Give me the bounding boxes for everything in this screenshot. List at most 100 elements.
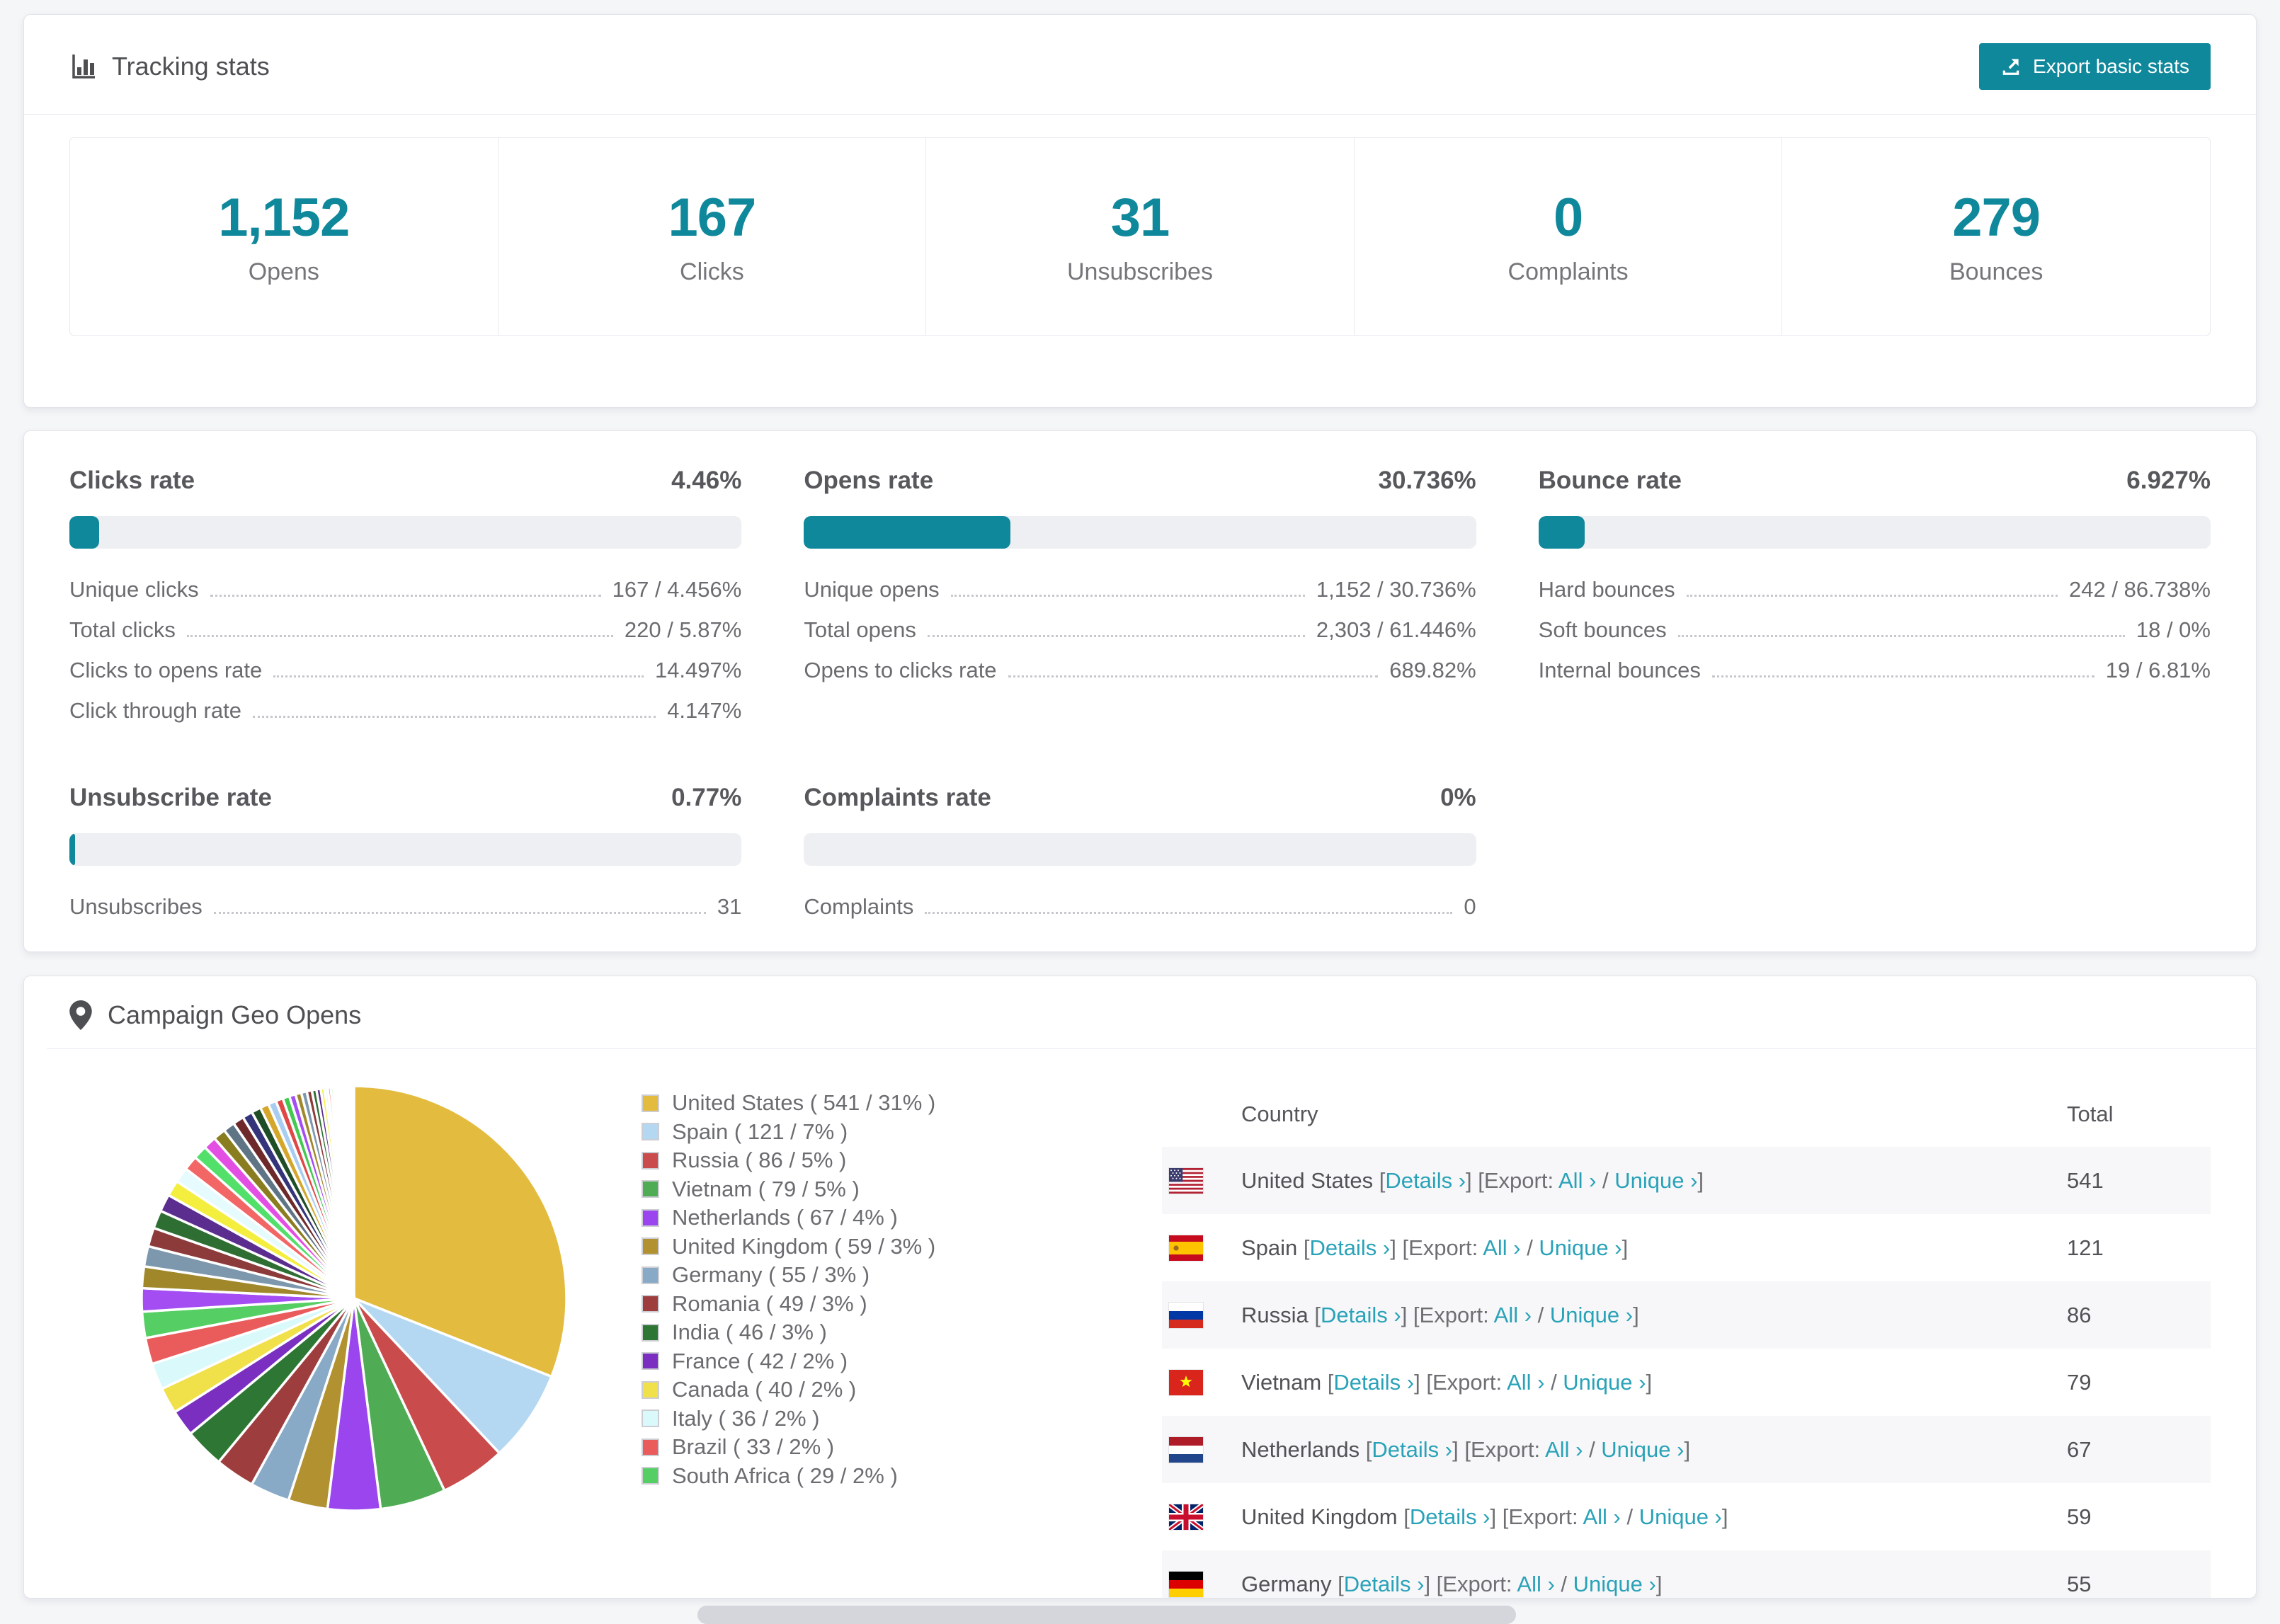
metric-row-unique-opens: Unique opens 1,152 / 30.736% [804, 577, 1476, 617]
flag-nl-icon [1169, 1436, 1203, 1463]
progress-bar-track [69, 833, 742, 866]
dotted-leader [186, 635, 613, 637]
export-all-link[interactable]: All › [1545, 1437, 1583, 1462]
legend-item-vietnam[interactable]: Vietnam ( 79 / 5% ) [642, 1175, 1162, 1204]
details-link[interactable]: Details › [1410, 1504, 1490, 1529]
flag-ru-icon [1169, 1302, 1203, 1328]
metric-value: 4.147% [667, 698, 742, 723]
rate-section-complaints-rate: Complaints rate 0% Complaints 0 [804, 784, 1476, 934]
metric-label: Click through rate [69, 698, 241, 723]
legend-label: Germany ( 55 / 3% ) [672, 1262, 870, 1288]
bracket-text: ] [1655, 1571, 1663, 1596]
legend-swatch [642, 1208, 659, 1227]
export-all-link[interactable]: All › [1494, 1303, 1532, 1327]
details-link[interactable]: Details › [1333, 1370, 1414, 1395]
export-all-link[interactable]: All › [1558, 1168, 1596, 1193]
geo-table-row-vietnam: Vietnam [Details ›] [Export: All › / Uni… [1162, 1349, 2211, 1416]
export-unique-link[interactable]: Unique › [1601, 1437, 1684, 1462]
legend-item-canada[interactable]: Canada ( 40 / 2% ) [642, 1376, 1162, 1405]
export-unique-link[interactable]: Unique › [1563, 1370, 1646, 1395]
dotted-leader [1686, 595, 2058, 597]
geo-row-text: Russia [Details ›] [Export: All › / Uniq… [1241, 1303, 1639, 1328]
legend-item-france[interactable]: France ( 42 / 2% ) [642, 1347, 1162, 1376]
legend-item-italy[interactable]: Italy ( 36 / 2% ) [642, 1405, 1162, 1434]
legend-swatch [642, 1323, 659, 1342]
export-unique-link[interactable]: Unique › [1550, 1303, 1633, 1327]
export-unique-link[interactable]: Unique › [1573, 1572, 1656, 1596]
export-button-label: Export basic stats [2033, 55, 2189, 77]
bracket-text: / [1554, 1571, 1573, 1596]
bracket-text: ] [Export: [1490, 1504, 1583, 1529]
export-unique-link[interactable]: Unique › [1639, 1504, 1722, 1529]
dotted-leader [950, 595, 1305, 597]
metric-row-total-clicks: Total clicks 220 / 5.87% [69, 617, 741, 658]
geo-table-row-netherlands: Netherlands [Details ›] [Export: All › /… [1162, 1416, 2211, 1483]
geo-row-text: United States [Details ›] [Export: All ›… [1241, 1168, 1704, 1194]
legend-swatch [642, 1352, 659, 1371]
metric-label: Clicks to opens rate [69, 658, 263, 682]
metric-row-clicks-to-opens-rate: Clicks to opens rate 14.497% [69, 658, 741, 698]
dotted-leader [210, 595, 601, 597]
export-all-link[interactable]: All › [1517, 1572, 1554, 1596]
metric-label: Unique opens [804, 577, 940, 602]
export-unique-link[interactable]: Unique › [1539, 1235, 1621, 1260]
rate-section-clicks-rate: Clicks rate 4.46% Unique clicks 167 / 4.456… [69, 467, 742, 738]
legend-item-romania[interactable]: Romania ( 49 / 3% ) [642, 1290, 1162, 1319]
geo-table-row-spain: Spain [Details ›] [Export: All › / Uniqu… [1162, 1214, 2211, 1281]
details-link[interactable]: Details › [1344, 1572, 1425, 1596]
export-all-link[interactable]: All › [1507, 1370, 1544, 1395]
legend-item-united-kingdom[interactable]: United Kingdom ( 59 / 3% ) [642, 1233, 1162, 1262]
details-link[interactable]: Details › [1310, 1235, 1391, 1260]
bracket-text: [ [1338, 1571, 1344, 1596]
export-all-link[interactable]: All › [1583, 1504, 1620, 1529]
rates-row-2: Unsubscribe rate 0.77% Unsubscribes 31 Compl… [69, 784, 2211, 934]
horizontal-scrollbar-thumb[interactable] [697, 1606, 1516, 1624]
legend-item-south-africa[interactable]: South Africa ( 29 / 2% ) [642, 1462, 1162, 1491]
stat-box-clicks: 167 Clicks [497, 138, 926, 335]
rate-value: 0% [1440, 784, 1476, 811]
details-link[interactable]: Details › [1372, 1437, 1452, 1462]
export-basic-stats-button[interactable]: Export basic stats [1979, 43, 2211, 90]
stat-box-complaints: 0 Complaints [1353, 138, 1782, 335]
legend-item-spain[interactable]: Spain ( 121 / 7% ) [642, 1118, 1162, 1147]
bracket-text: ] [1633, 1302, 1639, 1327]
rate-section-opens-rate: Opens rate 30.736% Unique opens 1,152 / 30.… [804, 467, 1476, 738]
metric-row-soft-bounces: Soft bounces 18 / 0% [1539, 617, 2211, 658]
metric-label: Complaints [804, 894, 914, 919]
bracket-text: [ [1314, 1302, 1321, 1327]
legend-swatch [642, 1151, 659, 1170]
legend-label: United States ( 541 / 31% ) [672, 1090, 936, 1116]
legend-swatch [642, 1438, 659, 1456]
progress-bar-fill [69, 833, 75, 866]
legend-item-united-states[interactable]: United States ( 541 / 31% ) [642, 1089, 1162, 1118]
metric-value: 689.82% [1389, 658, 1476, 682]
legend-item-netherlands[interactable]: Netherlands ( 67 / 4% ) [642, 1203, 1162, 1233]
rate-section-header: Bounce rate 6.927% [1539, 467, 2211, 495]
legend-item-brazil[interactable]: Brazil ( 33 / 2% ) [642, 1433, 1162, 1462]
geo-row-text: Spain [Details ›] [Export: All › / Uniqu… [1241, 1235, 1628, 1261]
geo-table-row-russia: Russia [Details ›] [Export: All › / Uniq… [1162, 1281, 2211, 1349]
metric-value: 0 [1464, 894, 1476, 919]
legend-item-india[interactable]: India ( 46 / 3% ) [642, 1318, 1162, 1347]
rate-value: 4.46% [671, 467, 742, 494]
geo-total-value: 121 [2067, 1235, 2104, 1260]
export-all-link[interactable]: All › [1483, 1235, 1520, 1260]
geo-total-value: 59 [2067, 1504, 2092, 1529]
geo-pie-wrap [137, 1082, 571, 1598]
metric-label: Unsubscribes [69, 894, 203, 919]
legend-item-russia[interactable]: Russia ( 86 / 5% ) [642, 1146, 1162, 1175]
details-link[interactable]: Details › [1321, 1303, 1401, 1327]
geo-title: Campaign Geo Opens [108, 1000, 362, 1029]
country-name: Netherlands [1241, 1436, 1366, 1462]
legend-label: Vietnam ( 79 / 5% ) [672, 1176, 860, 1201]
rate-section-unsubscribe-rate: Unsubscribe rate 0.77% Unsubscribes 31 [69, 784, 742, 934]
export-unique-link[interactable]: Unique › [1614, 1168, 1697, 1193]
legend-item-germany[interactable]: Germany ( 55 / 3% ) [642, 1261, 1162, 1290]
column-header-total: Total [2067, 1102, 2114, 1126]
campaign-geo-opens-card: Campaign Geo Opens United States ( 541 /… [23, 976, 2257, 1599]
rate-section-header: Unsubscribe rate 0.77% [69, 784, 741, 812]
tracking-stats-header: Tracking stats Export basic stats [24, 15, 2256, 114]
progress-bar-track [69, 516, 742, 549]
progress-bar-track [804, 516, 1476, 549]
details-link[interactable]: Details › [1385, 1168, 1466, 1193]
